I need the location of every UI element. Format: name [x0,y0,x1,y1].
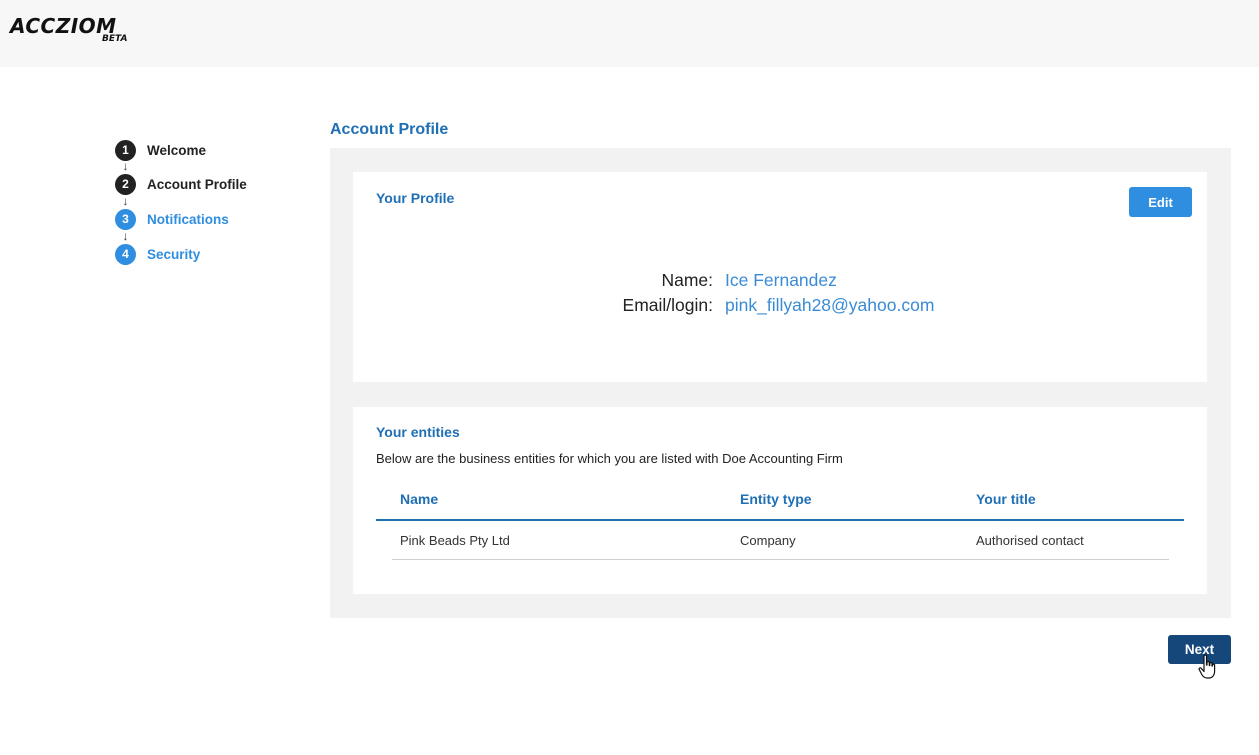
step-label: Notifications [147,211,229,227]
top-bar: ACCZIOM BETA [0,0,1259,67]
step-label: Account Profile [147,176,247,192]
hand-pointer-cursor-icon [1198,654,1216,679]
name-value: Ice Fernandez [725,270,837,290]
row-divider [392,559,1169,560]
step-welcome[interactable]: 1 Welcome [115,139,305,161]
cell-your-title: Authorised contact [976,533,1084,548]
step-number: 3 [115,208,136,230]
header-divider [376,519,1184,521]
brand-logo[interactable]: ACCZIOM [10,16,117,36]
email-label: Email/login: [622,295,713,315]
edit-button[interactable]: Edit [1129,187,1192,217]
column-header-entity-type[interactable]: Entity type [740,491,812,507]
account-profile-panel: Your Profile Edit Name: Ice Fernandez Em… [330,148,1231,618]
cell-entity-name: Pink Beads Pty Ltd [400,533,510,548]
step-label: Welcome [147,142,207,158]
step-number: 4 [115,243,136,265]
step-notifications[interactable]: 3 Notifications [115,208,305,230]
entities-description: Below are the business entities for whic… [376,451,843,466]
step-number: 2 [115,173,136,195]
cell-entity-type: Company [740,533,796,548]
arrow-down-icon: ↓ [122,194,129,208]
entities-card: Your entities Below are the business ent… [353,407,1207,594]
page-title: Account Profile [330,121,449,138]
beta-tag: BETA [102,34,128,44]
name-row: Name: Ice Fernandez [353,270,1207,292]
profile-heading: Your Profile [376,190,455,206]
step-number: 1 [115,139,136,161]
arrow-down-icon: ↓ [122,159,129,173]
column-header-name[interactable]: Name [400,491,438,507]
step-account-profile[interactable]: 2 Account Profile [115,173,305,195]
column-header-your-title[interactable]: Your title [976,491,1036,507]
email-row: Email/login: pink_fillyah28@yahoo.com [353,295,1207,317]
profile-card: Your Profile Edit Name: Ice Fernandez Em… [353,172,1207,382]
name-label: Name: [661,270,713,290]
email-value: pink_fillyah28@yahoo.com [725,295,935,315]
step-security[interactable]: 4 Security [115,243,305,265]
arrow-down-icon: ↓ [122,229,129,243]
entities-heading: Your entities [376,424,460,440]
step-label: Security [147,246,201,262]
